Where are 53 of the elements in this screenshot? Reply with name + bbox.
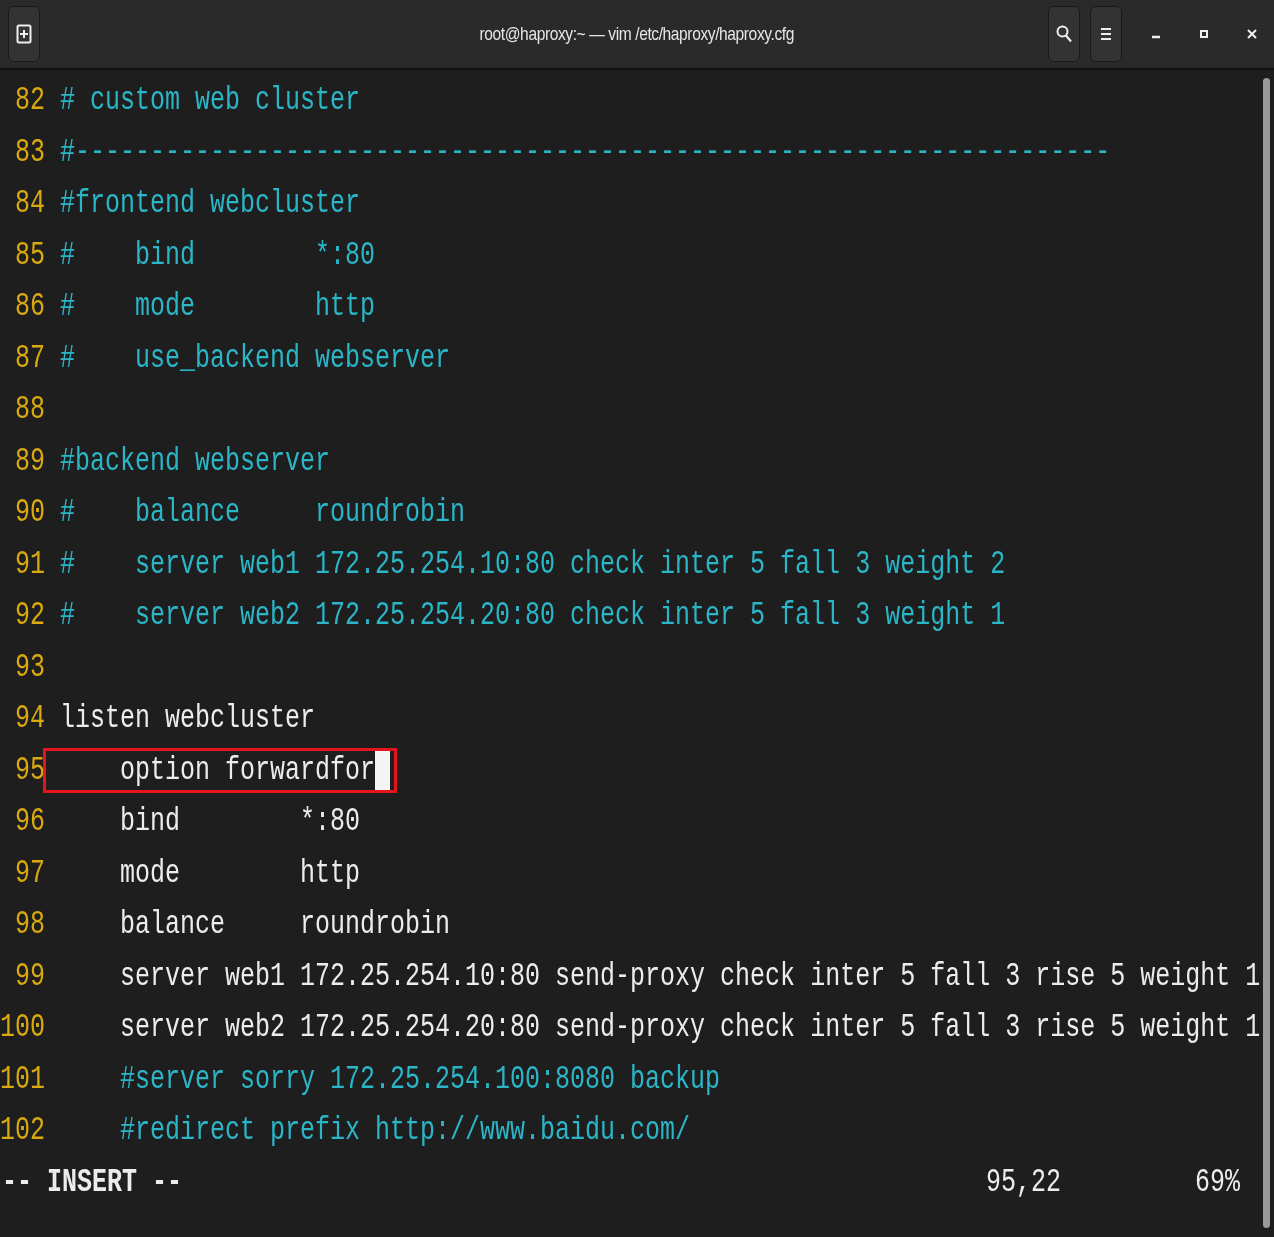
code-comment: #frontend webcluster — [60, 184, 361, 224]
line-number: 101 — [0, 1059, 45, 1099]
line-number: 88 — [14, 390, 45, 430]
code-line: bind *:80 — [120, 802, 361, 842]
new-tab-icon — [16, 24, 32, 44]
menu-button[interactable] — [1090, 6, 1122, 62]
line-number: 94 — [14, 699, 45, 739]
maximize-icon — [1199, 29, 1209, 39]
code-comment: # server web1 172.25.254.10:80 check inter 5 fall 3 weight 2 — [60, 544, 1006, 584]
close-icon — [1246, 28, 1258, 40]
window-title: root@haproxy:~ — vim /etc/haproxy/haproxy.cfg — [479, 23, 795, 45]
cursor-position: 95,22 — [986, 1162, 1061, 1202]
code-comment: # balance roundrobin — [60, 493, 466, 533]
line-number: 82 — [14, 81, 45, 121]
code-line: server web1 172.25.254.10:80 send-proxy check inter 5 fall 3 rise 5 weight 1 — [120, 956, 1261, 996]
scroll-percent: 69% — [1195, 1162, 1240, 1202]
code-comment: # bind *:80 — [60, 235, 376, 275]
line-number: 92 — [14, 596, 45, 636]
line-number: 100 — [0, 1008, 45, 1048]
line-number: 99 — [14, 956, 45, 996]
line-number: 85 — [14, 235, 45, 275]
line-number: 95 — [14, 750, 45, 790]
code-line: mode http — [120, 853, 361, 893]
code-line: balance roundrobin — [120, 905, 451, 945]
line-number: 91 — [14, 544, 45, 584]
line-number: 102 — [0, 1111, 45, 1151]
code-comment: # custom web cluster — [60, 81, 361, 121]
line-number: 96 — [14, 802, 45, 842]
line-number: 89 — [14, 441, 45, 481]
menu-icon — [1100, 27, 1112, 41]
code-line: listen webcluster — [60, 699, 316, 739]
code-comment: #redirect prefix http://www.baidu.com/ — [120, 1111, 691, 1151]
search-icon — [1056, 25, 1072, 43]
mode-indicator: -- INSERT -- — [2, 1162, 183, 1202]
code-line: server web2 172.25.254.20:80 send-proxy check inter 5 fall 3 rise 5 weight 1 — [120, 1008, 1261, 1048]
code-line: option forwardfor — [120, 750, 376, 790]
code-comment: #backend webserver — [60, 441, 331, 481]
line-number: 93 — [14, 647, 45, 687]
line-number: 83 — [14, 132, 45, 172]
code-comment: # server web2 172.25.254.20:80 check inter 5 fall 3 weight 1 — [60, 596, 1006, 636]
line-number: 87 — [14, 338, 45, 378]
code-comment: # mode http — [60, 287, 376, 327]
scrollbar[interactable] — [1263, 78, 1270, 1228]
line-number: 84 — [14, 184, 45, 224]
line-number: 97 — [14, 853, 45, 893]
code-comment: # use_backend webserver — [60, 338, 451, 378]
new-tab-button[interactable] — [8, 6, 40, 62]
line-number: 98 — [14, 905, 45, 945]
line-number: 90 — [14, 493, 45, 533]
code-comment: #server sorry 172.25.254.100:8080 backup — [120, 1059, 721, 1099]
search-button[interactable] — [1048, 6, 1080, 62]
code-comment: #--------------------------------------------------------------------- — [60, 132, 1111, 172]
line-number: 86 — [14, 287, 45, 327]
